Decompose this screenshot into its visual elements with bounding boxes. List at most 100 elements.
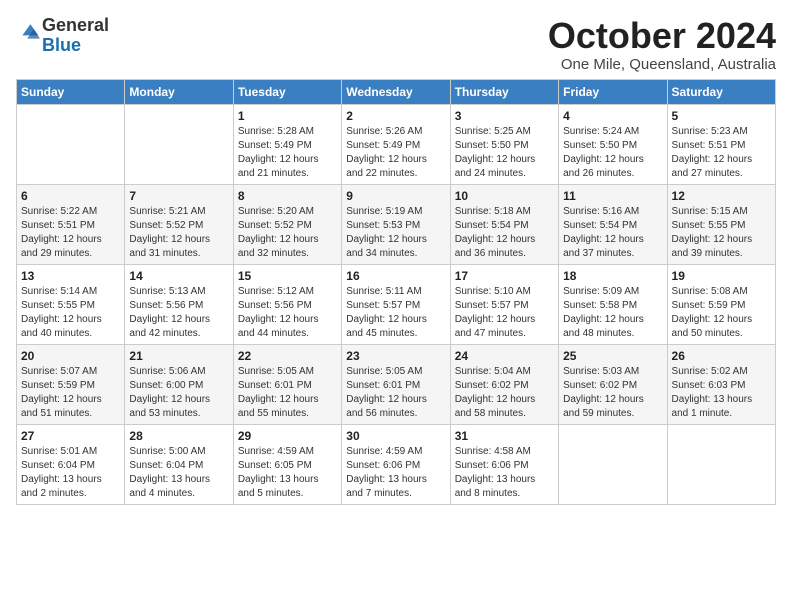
calendar-cell: 7Sunrise: 5:21 AMSunset: 5:52 PMDaylight… <box>125 184 233 264</box>
calendar-header-row: SundayMondayTuesdayWednesdayThursdayFrid… <box>17 79 776 104</box>
day-number: 18 <box>563 269 662 283</box>
daylight-text: Daylight: 13 hours and 4 minutes. <box>129 474 210 499</box>
sunrise-text: Sunrise: 5:15 AM <box>672 206 748 217</box>
sunset-text: Sunset: 6:02 PM <box>455 380 529 391</box>
day-info: Sunrise: 5:26 AMSunset: 5:49 PMDaylight:… <box>346 125 445 181</box>
sunrise-text: Sunrise: 4:58 AM <box>455 446 531 457</box>
sunrise-text: Sunrise: 5:16 AM <box>563 206 639 217</box>
calendar-week-row: 27Sunrise: 5:01 AMSunset: 6:04 PMDayligh… <box>17 424 776 504</box>
day-info: Sunrise: 5:00 AMSunset: 6:04 PMDaylight:… <box>129 445 228 501</box>
calendar-week-row: 20Sunrise: 5:07 AMSunset: 5:59 PMDayligh… <box>17 344 776 424</box>
weekday-header-sunday: Sunday <box>17 79 125 104</box>
sunset-text: Sunset: 5:55 PM <box>672 220 746 231</box>
sunset-text: Sunset: 6:03 PM <box>672 380 746 391</box>
sunrise-text: Sunrise: 5:25 AM <box>455 126 531 137</box>
day-number: 10 <box>455 189 554 203</box>
day-number: 5 <box>672 109 771 123</box>
daylight-text: Daylight: 12 hours and 27 minutes. <box>672 154 753 179</box>
day-info: Sunrise: 4:58 AM Sunset: 6:06 PM Daylight:… <box>455 445 554 501</box>
calendar-cell <box>17 104 125 184</box>
daylight-text: Daylight: 12 hours and 55 minutes. <box>238 394 319 419</box>
day-number: 12 <box>672 189 771 203</box>
daylight-text: Daylight: 12 hours and 26 minutes. <box>563 154 644 179</box>
daylight-text: Daylight: 12 hours and 31 minutes. <box>129 234 210 259</box>
calendar-cell: 14Sunrise: 5:13 AMSunset: 5:56 PMDayligh… <box>125 264 233 344</box>
sunrise-text: Sunrise: 5:08 AM <box>672 286 748 297</box>
day-info: Sunrise: 5:19 AMSunset: 5:53 PMDaylight:… <box>346 205 445 261</box>
sunset-text: Sunset: 5:49 PM <box>238 140 312 151</box>
sunset-text: Sunset: 6:06 PM <box>455 460 529 471</box>
day-info: Sunrise: 5:24 AMSunset: 5:50 PMDaylight:… <box>563 125 662 181</box>
daylight-text: Daylight: 13 hours and 7 minutes. <box>346 474 427 499</box>
calendar-cell: 1Sunrise: 5:28 AMSunset: 5:49 PMDaylight… <box>233 104 341 184</box>
sunset-text: Sunset: 5:59 PM <box>21 380 95 391</box>
daylight-text: Daylight: 12 hours and 47 minutes. <box>455 314 536 339</box>
logo-icon <box>16 21 40 45</box>
title-block: October 2024 One Mile, Queensland, Austr… <box>548 16 776 73</box>
daylight-text: Daylight: 13 hours and 2 minutes. <box>21 474 102 499</box>
daylight-text: Daylight: 12 hours and 59 minutes. <box>563 394 644 419</box>
daylight-text: Daylight: 12 hours and 45 minutes. <box>346 314 427 339</box>
calendar-cell <box>667 424 775 504</box>
day-number: 11 <box>563 189 662 203</box>
day-info: Sunrise: 5:11 AMSunset: 5:57 PMDaylight:… <box>346 285 445 341</box>
calendar-cell: 5Sunrise: 5:23 AMSunset: 5:51 PMDaylight… <box>667 104 775 184</box>
day-info: Sunrise: 5:25 AMSunset: 5:50 PMDaylight:… <box>455 125 554 181</box>
day-info: Sunrise: 5:15 AM Sunset: 5:55 PM Daylight:… <box>672 205 771 261</box>
day-number: 8 <box>238 189 337 203</box>
day-info: Sunrise: 5:09 AMSunset: 5:58 PMDaylight:… <box>563 285 662 341</box>
day-number: 17 <box>455 269 554 283</box>
daylight-text: Daylight: 12 hours and 32 minutes. <box>238 234 319 259</box>
calendar-cell: 4Sunrise: 5:24 AMSunset: 5:50 PMDaylight… <box>559 104 667 184</box>
calendar-cell <box>559 424 667 504</box>
sunrise-text: Sunrise: 5:10 AM <box>455 286 531 297</box>
sunset-text: Sunset: 5:58 PM <box>563 300 637 311</box>
daylight-text: Daylight: 12 hours and 21 minutes. <box>238 154 319 179</box>
sunrise-text: Sunrise: 5:22 AM <box>21 206 97 217</box>
sunrise-text: Sunrise: 5:19 AM <box>346 206 422 217</box>
sunset-text: Sunset: 5:57 PM <box>346 300 420 311</box>
daylight-text: Daylight: 12 hours and 34 minutes. <box>346 234 427 259</box>
calendar-cell: 24Sunrise: 5:04 AMSunset: 6:02 PMDayligh… <box>450 344 558 424</box>
weekday-header-tuesday: Tuesday <box>233 79 341 104</box>
sunset-text: Sunset: 6:00 PM <box>129 380 203 391</box>
sunset-text: Sunset: 5:52 PM <box>238 220 312 231</box>
day-number: 22 <box>238 349 337 363</box>
day-info: Sunrise: 5:12 AMSunset: 5:56 PMDaylight:… <box>238 285 337 341</box>
sunrise-text: Sunrise: 4:59 AM <box>238 446 314 457</box>
weekday-header-monday: Monday <box>125 79 233 104</box>
sunrise-text: Sunrise: 5:00 AM <box>129 446 205 457</box>
day-info: Sunrise: 5:06 AMSunset: 6:00 PMDaylight:… <box>129 365 228 421</box>
sunset-text: Sunset: 5:50 PM <box>455 140 529 151</box>
sunrise-text: Sunrise: 5:09 AM <box>563 286 639 297</box>
calendar-cell: 2Sunrise: 5:26 AMSunset: 5:49 PMDaylight… <box>342 104 450 184</box>
day-info: Sunrise: 4:59 AMSunset: 6:06 PMDaylight:… <box>346 445 445 501</box>
calendar-cell: 27Sunrise: 5:01 AMSunset: 6:04 PMDayligh… <box>17 424 125 504</box>
daylight-text: Daylight: 12 hours and 42 minutes. <box>129 314 210 339</box>
sunset-text: Sunset: 6:06 PM <box>346 460 420 471</box>
day-number: 19 <box>672 269 771 283</box>
sunset-text: Sunset: 6:05 PM <box>238 460 312 471</box>
day-info: Sunrise: 5:20 AMSunset: 5:52 PMDaylight:… <box>238 205 337 261</box>
day-info: Sunrise: 5:03 AMSunset: 6:02 PMDaylight:… <box>563 365 662 421</box>
daylight-text: Daylight: 12 hours and 39 minutes. <box>672 234 753 259</box>
logo-text: General Blue <box>42 16 109 56</box>
weekday-header-saturday: Saturday <box>667 79 775 104</box>
daylight-text: Daylight: 12 hours and 51 minutes. <box>21 394 102 419</box>
calendar-cell: 25 Sunrise: 5:03 AMSunset: 6:02 PMDayligh… <box>559 344 667 424</box>
day-info: Sunrise: 5:18 AMSunset: 5:54 PMDaylight:… <box>455 205 554 261</box>
sunrise-text: Sunrise: 5:28 AM <box>238 126 314 137</box>
sunset-text: Sunset: 6:04 PM <box>21 460 95 471</box>
day-number: 14 <box>129 269 228 283</box>
sunset-text: Sunset: 5:51 PM <box>672 140 746 151</box>
day-number: 13 <box>21 269 120 283</box>
day-number: 25 <box>563 349 662 363</box>
day-number: 26 <box>672 349 771 363</box>
sunrise-text: Sunrise: 5:06 AM <box>129 366 205 377</box>
sunrise-text: Sunrise: 5:18 AM <box>455 206 531 217</box>
daylight-text: Daylight: 13 hours and 8 minutes. <box>455 474 536 499</box>
calendar-cell: 22Sunrise: 5:05 AMSunset: 6:01 PMDayligh… <box>233 344 341 424</box>
calendar-cell: 30Sunrise: 4:59 AMSunset: 6:06 PMDayligh… <box>342 424 450 504</box>
logo: General Blue <box>16 16 109 56</box>
sunset-text: Sunset: 6:01 PM <box>238 380 312 391</box>
